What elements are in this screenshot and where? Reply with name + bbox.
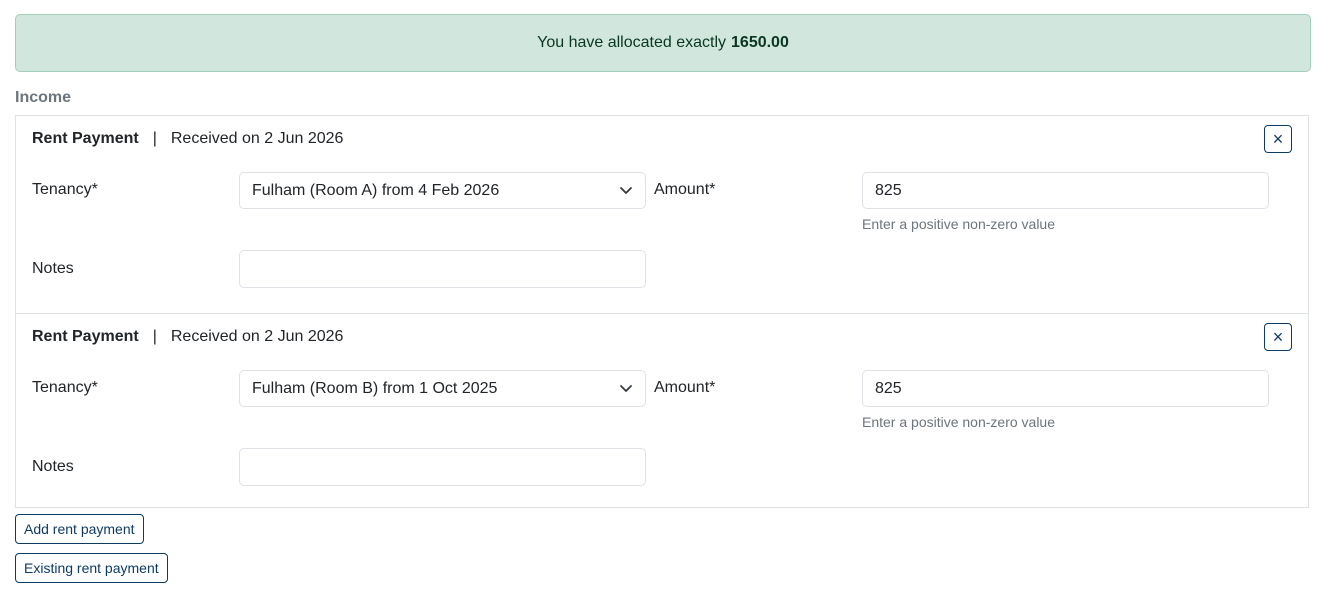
amount-hint: Enter a positive non-zero value xyxy=(862,216,1055,232)
remove-payment-button[interactable]: × xyxy=(1264,125,1292,153)
chevron-down-icon xyxy=(620,385,632,392)
chevron-down-icon xyxy=(620,187,632,194)
add-rent-payment-button[interactable]: Add rent payment xyxy=(15,514,144,544)
allocation-amount: 1650.00 xyxy=(731,34,789,51)
amount-input[interactable]: 825 xyxy=(862,370,1269,407)
existing-rent-payment-button[interactable]: Existing rent payment xyxy=(15,553,168,583)
header-separator: | xyxy=(152,130,157,147)
received-date: Received on 2 Jun 2026 xyxy=(170,130,344,147)
tenancy-select-value: Fulham (Room A) from 4 Feb 2026 xyxy=(252,181,500,199)
payment-kind: Rent Payment xyxy=(32,328,139,345)
remove-payment-button[interactable]: × xyxy=(1264,323,1292,351)
rent-payment-card: Rent Payment | Received on 2 Jun 2026 × … xyxy=(16,116,1308,313)
tenancy-select[interactable]: Fulham (Room B) from 1 Oct 2025 xyxy=(239,370,646,407)
tenancy-label: Tenancy* xyxy=(32,181,98,198)
amount-input[interactable]: 825 xyxy=(862,172,1269,209)
close-icon: × xyxy=(1272,128,1284,149)
rent-payments-list: Rent Payment | Received on 2 Jun 2026 × … xyxy=(15,115,1309,508)
payment-kind: Rent Payment xyxy=(32,130,139,147)
notes-label: Notes xyxy=(32,458,74,475)
notes-label: Notes xyxy=(32,260,74,277)
notes-input[interactable] xyxy=(239,250,646,288)
amount-input-value: 825 xyxy=(875,379,902,397)
rent-payment-card: Rent Payment | Received on 2 Jun 2026 × … xyxy=(16,313,1308,510)
notes-input[interactable] xyxy=(239,448,646,486)
tenancy-select-value: Fulham (Room B) from 1 Oct 2025 xyxy=(252,379,498,397)
amount-input-value: 825 xyxy=(875,181,902,199)
income-section-title: Income xyxy=(15,89,72,106)
amount-hint: Enter a positive non-zero value xyxy=(862,414,1055,430)
tenancy-label: Tenancy* xyxy=(32,379,98,396)
card-header: Rent Payment | Received on 2 Jun 2026 xyxy=(32,328,343,346)
allocation-alert: You have allocated exactly 1650.00 xyxy=(15,14,1311,72)
amount-label: Amount* xyxy=(654,181,716,198)
received-date: Received on 2 Jun 2026 xyxy=(170,328,344,345)
amount-label: Amount* xyxy=(654,379,716,396)
header-separator: | xyxy=(152,328,157,345)
tenancy-select[interactable]: Fulham (Room A) from 4 Feb 2026 xyxy=(239,172,646,209)
allocation-text: You have allocated exactly xyxy=(537,34,727,51)
card-header: Rent Payment | Received on 2 Jun 2026 xyxy=(32,130,343,148)
close-icon: × xyxy=(1272,326,1284,347)
